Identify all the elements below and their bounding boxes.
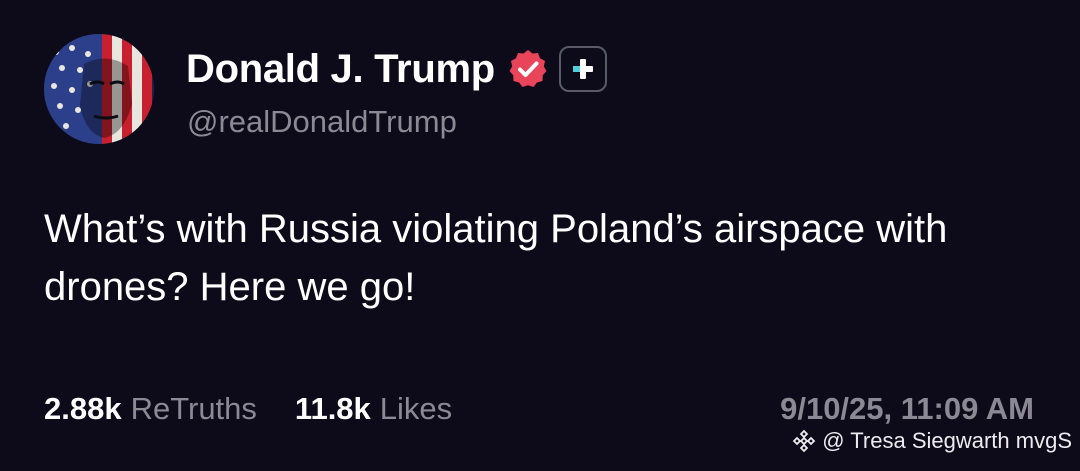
- plus-icon: [572, 59, 593, 79]
- diamond-logo-icon: [792, 429, 816, 453]
- avatar[interactable]: [44, 34, 154, 144]
- watermark-text: @ Tresa Siegwarth mvgS: [822, 428, 1072, 453]
- likes-label[interactable]: Likes: [380, 391, 452, 427]
- post-stats: 2.88k ReTruths 11.8k Likes: [44, 391, 452, 427]
- likes-count[interactable]: 11.8k: [295, 391, 371, 427]
- retruths-count[interactable]: 2.88k: [44, 391, 122, 427]
- author-handle[interactable]: @realDonaldTrump: [187, 104, 457, 140]
- post-text: What’s with Russia violating Poland’s ai…: [44, 207, 948, 309]
- retruths-label[interactable]: ReTruths: [131, 391, 257, 427]
- watermark: @ Tresa Siegwarth mvgS: [792, 428, 1072, 454]
- follow-plus-button[interactable]: [558, 46, 607, 92]
- post-card: Donald J. Trump @realDonaldTrump What’s …: [0, 0, 1080, 471]
- avatar-image: [44, 34, 154, 144]
- post-timestamp: 9/10/25, 11:09 AM: [780, 391, 1034, 426]
- author-display-name[interactable]: Donald J. Trump: [186, 47, 495, 92]
- verified-badge-icon: [509, 50, 547, 87]
- author-row: Donald J. Trump: [186, 44, 607, 94]
